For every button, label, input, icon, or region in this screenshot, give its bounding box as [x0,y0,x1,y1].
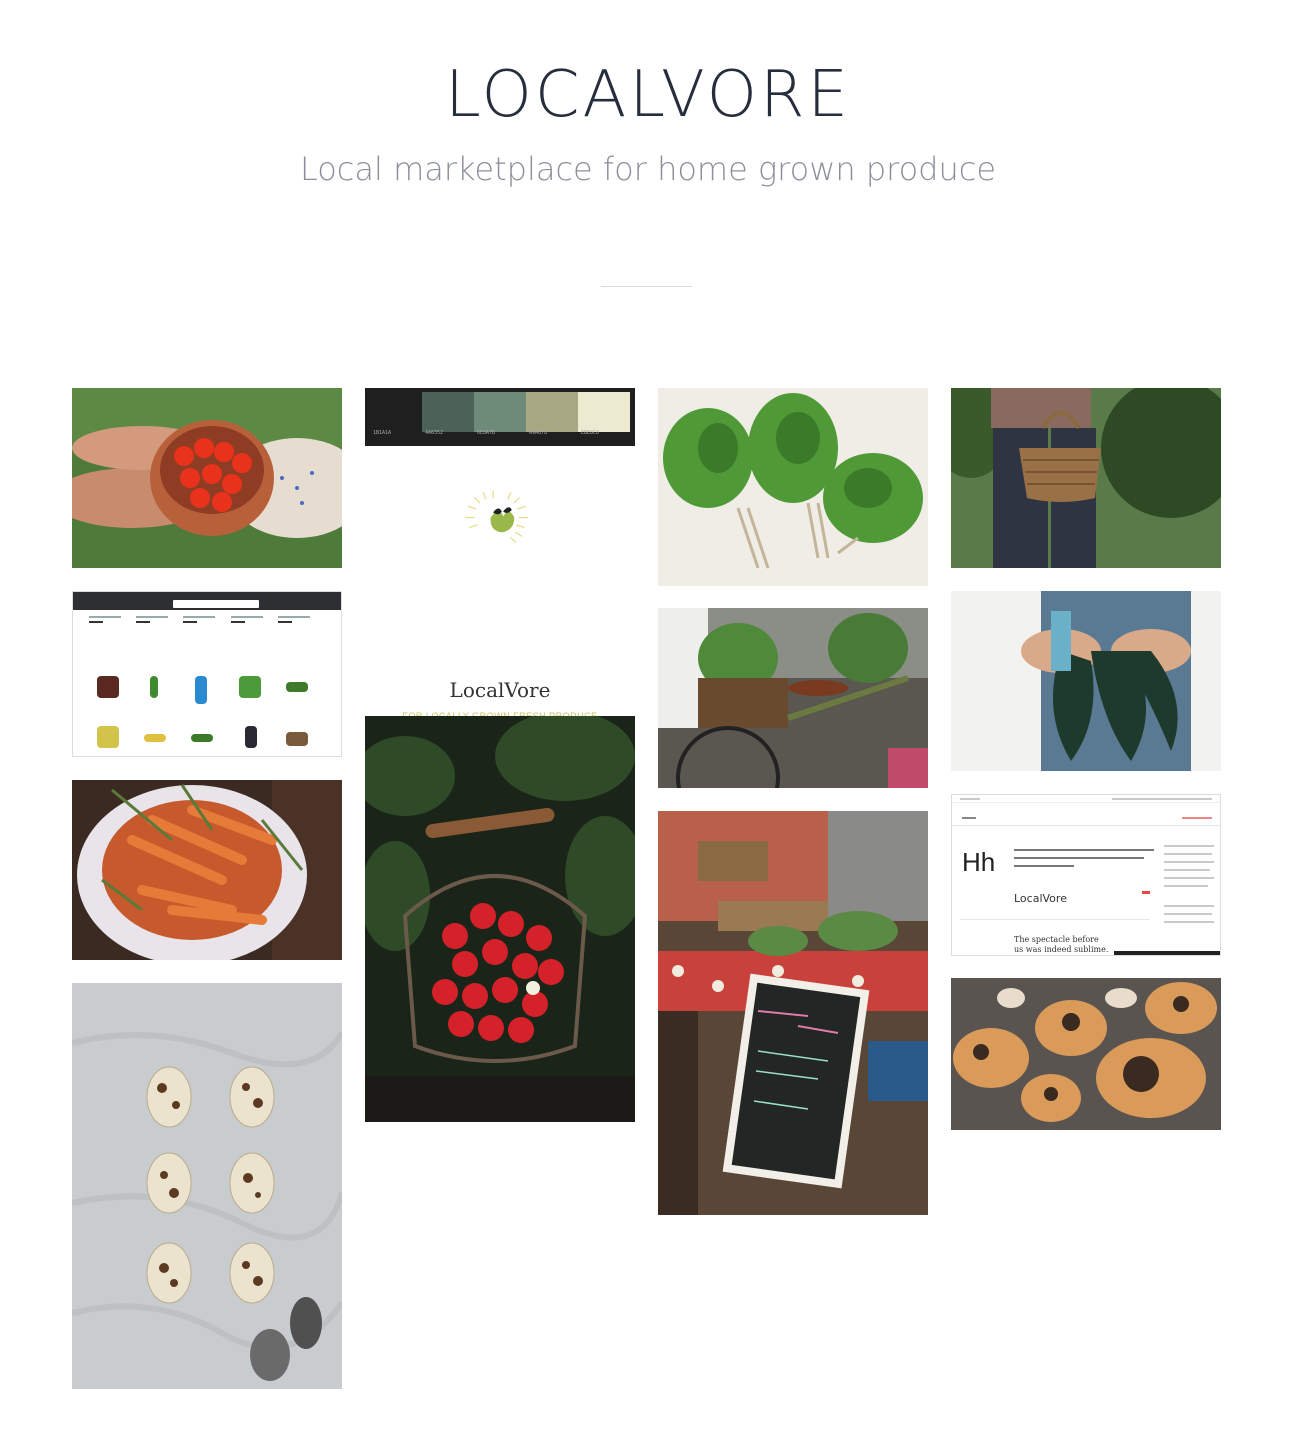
gallery-image-shop-screenshot[interactable] [72,591,342,757]
gallery-image-cilantro[interactable] [658,388,928,586]
leaf-logo-icon [465,490,529,543]
palette-swatch [370,392,422,432]
gallery-image-font-specimen[interactable]: Hh LocalVore The spectacle before us was… [951,794,1221,956]
gallery-image-tomatoes-hands[interactable] [72,388,342,568]
gallery-image-strawberries-basket[interactable] [365,716,635,1122]
palette-code: EBE8C8 [581,430,600,436]
gallery-image-logo[interactable]: LocalVore FOR LOCALLY GROWN FRESH PRODUC… [365,468,635,721]
page-subtitle: Local marketplace for home grown produce [299,150,997,188]
page-title: LOCALVORE [445,58,851,132]
logo-wordmark: LocalVore [449,678,551,702]
specimen-glyph: Hh [962,847,996,877]
palette-swatch [422,392,474,432]
gallery-image-bicycle-basket[interactable] [658,608,928,788]
palette-code: A9A878 [529,430,548,436]
shop-search [173,600,259,608]
shop-product-grid [73,610,341,756]
palette-swatches [370,392,630,432]
specimen-sample-name: LocalVore [1014,892,1067,905]
palette-swatch [578,392,630,432]
gallery-image-kale[interactable] [951,591,1221,771]
palette-code: 1B1A1A [373,430,392,436]
gallery-image-market-stall[interactable] [658,811,928,1215]
gallery-image-mushrooms[interactable] [951,978,1221,1130]
gallery-image-color-palette[interactable]: 1B1A1A 4A6352 6E8A7B A9A878 EBE8C8 [365,388,635,446]
gallery-image-carrots[interactable] [72,780,342,960]
palette-swatch [474,392,526,432]
gallery-image-quail-eggs[interactable] [72,983,342,1389]
gallery-image-wicker-basket[interactable] [951,388,1221,568]
specimen-sentence: The spectacle before us was indeed subli… [1014,935,1109,954]
palette-code: 6E8A7B [477,430,496,436]
header-divider [601,286,692,287]
shop-topbar [73,592,341,610]
palette-codes: 1B1A1A 4A6352 6E8A7B A9A878 EBE8C8 [370,430,630,436]
palette-code: 4A6352 [425,430,444,436]
palette-swatch [526,392,578,432]
